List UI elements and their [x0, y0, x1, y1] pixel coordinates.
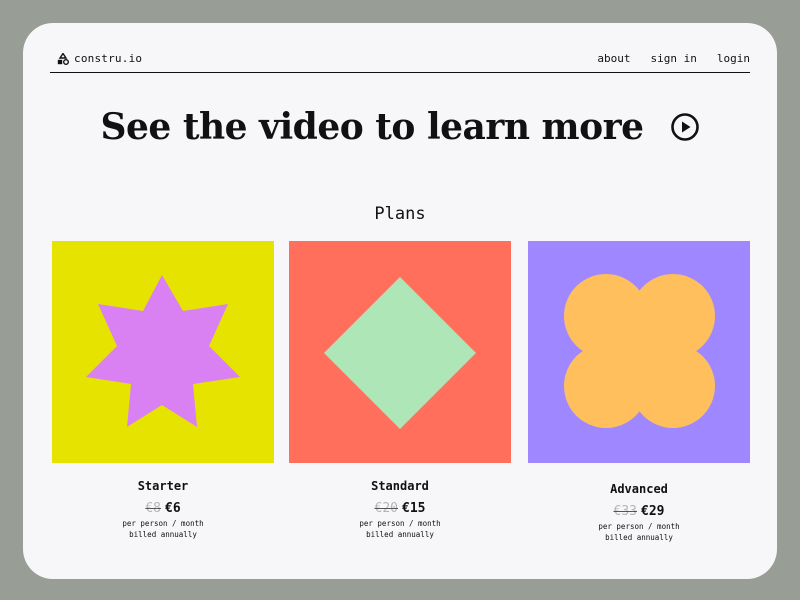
- hero-title: See the video to learn more: [100, 106, 644, 148]
- price-note-line: per person / month: [359, 519, 441, 528]
- brand[interactable]: constru.io: [57, 52, 142, 65]
- new-price: €6: [165, 501, 181, 516]
- nav-links: about sign in login: [597, 52, 750, 65]
- play-circle-icon[interactable]: [670, 112, 700, 142]
- plan-card-standard[interactable]: Standard €20 €15 per person / month bill…: [289, 241, 511, 540]
- hero: See the video to learn more: [23, 106, 777, 148]
- price-note-line: per person / month: [598, 522, 680, 531]
- price-row: €33 €29: [528, 504, 750, 519]
- shapes-logo-icon: [57, 52, 69, 65]
- price-note-line: billed annually: [129, 530, 197, 539]
- plan-card-advanced[interactable]: Advanced €33 €29 per person / month bill…: [528, 241, 750, 543]
- price-note: per person / month billed annually: [52, 518, 274, 540]
- new-price: €29: [641, 504, 665, 519]
- brand-name: constru.io: [74, 52, 143, 65]
- price-row: €20 €15: [289, 501, 511, 516]
- old-price: €33: [613, 504, 637, 519]
- star-shape-art: [52, 241, 274, 463]
- plan-name: Advanced: [610, 482, 668, 496]
- diamond-shape-art: [289, 241, 511, 463]
- nav-link-login[interactable]: login: [717, 52, 750, 65]
- price-note-line: billed annually: [366, 530, 434, 539]
- price-note: per person / month billed annually: [289, 518, 511, 540]
- old-price: €8: [145, 501, 161, 516]
- price-note: per person / month billed annually: [528, 521, 750, 543]
- old-price: €20: [374, 501, 398, 516]
- plans-title: Plans: [374, 204, 426, 224]
- top-nav: constru.io about sign in login: [50, 48, 750, 73]
- nav-link-sign-in[interactable]: sign in: [651, 52, 697, 65]
- nav-link-about[interactable]: about: [597, 52, 630, 65]
- new-price: €15: [402, 501, 426, 516]
- price-note-line: per person / month: [122, 519, 204, 528]
- flower-shape-art: [528, 241, 750, 463]
- plan-card-starter[interactable]: Starter €8 €6 per person / month billed …: [52, 241, 274, 540]
- price-row: €8 €6: [52, 501, 274, 516]
- page-frame: constru.io about sign in login See the v…: [23, 23, 777, 579]
- plan-name: Starter: [137, 479, 189, 493]
- plan-name: Standard: [371, 479, 429, 493]
- price-note-line: billed annually: [605, 533, 673, 542]
